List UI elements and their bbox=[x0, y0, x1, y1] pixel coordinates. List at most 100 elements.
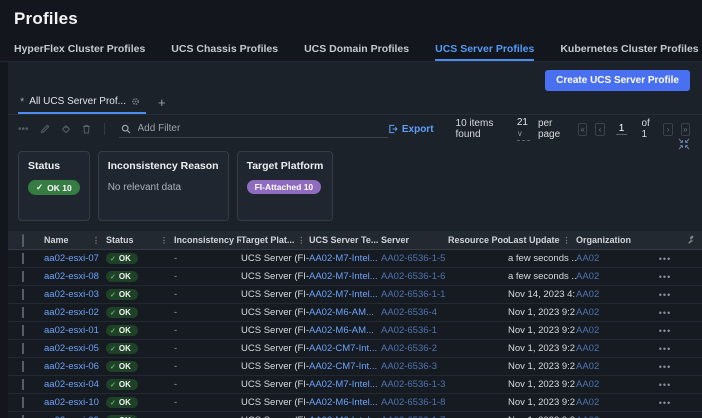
profile-name-link[interactable]: aa02-esxi-07 bbox=[44, 253, 99, 264]
column-settings-wrench-icon[interactable] bbox=[680, 235, 702, 245]
pagination-last-button[interactable]: » bbox=[680, 122, 690, 136]
server-link[interactable]: AA02-6536-2 bbox=[381, 343, 437, 354]
row-checkbox[interactable] bbox=[22, 361, 24, 372]
profile-name-link[interactable]: aa02-esxi-04 bbox=[44, 379, 99, 390]
column-menu-icon[interactable]: ⋮ bbox=[294, 236, 305, 245]
table-row: aa02-esxi-06 ✓OK - UCS Server (FI-... AA… bbox=[8, 358, 702, 376]
row-checkbox[interactable] bbox=[22, 379, 24, 390]
row-actions-button[interactable]: ••• bbox=[650, 290, 680, 300]
collapse-widgets-icon[interactable] bbox=[678, 138, 690, 150]
row-checkbox[interactable] bbox=[22, 325, 24, 336]
column-menu-icon[interactable]: ⋮ bbox=[89, 236, 100, 245]
organization-link[interactable]: AA02 bbox=[576, 307, 599, 318]
export-button[interactable]: Export bbox=[388, 124, 434, 135]
column-header[interactable]: Organization bbox=[576, 235, 650, 245]
row-checkbox[interactable] bbox=[22, 397, 24, 408]
page-size-select[interactable]: 21 ∨ bbox=[516, 117, 530, 141]
server-link[interactable]: AA02-6536-1-3 bbox=[381, 379, 445, 390]
target-platform-cell: UCS Server (FI-... bbox=[241, 253, 309, 264]
row-actions-button[interactable]: ••• bbox=[650, 254, 680, 264]
tab-kubernetes-cluster-profiles[interactable]: Kubernetes Cluster Profiles bbox=[560, 43, 698, 61]
fi-attached-pill[interactable]: FI-Attached 10 bbox=[246, 180, 322, 194]
pagination-current-page[interactable]: 1 bbox=[615, 123, 628, 135]
ucs-server-template-link[interactable]: AA02-CM7-Int... bbox=[309, 343, 377, 354]
row-actions-button[interactable]: ••• bbox=[650, 344, 680, 354]
row-actions-button[interactable]: ••• bbox=[650, 380, 680, 390]
column-header[interactable]: Inconsistency R... bbox=[174, 235, 241, 245]
organization-link[interactable]: AA02 bbox=[576, 361, 599, 372]
column-header[interactable]: Status ⋮ bbox=[106, 235, 174, 245]
server-link[interactable]: AA02-6536-1-1 bbox=[381, 289, 445, 300]
column-header[interactable]: Name ⋮ bbox=[44, 235, 106, 245]
delete-icon[interactable] bbox=[82, 124, 91, 134]
status-badge: ✓OK bbox=[106, 307, 138, 319]
profile-name-link[interactable]: aa02-esxi-02 bbox=[44, 307, 99, 318]
add-filter-input[interactable] bbox=[137, 123, 386, 134]
organization-link[interactable]: AA02 bbox=[576, 325, 599, 336]
ucs-server-template-link[interactable]: AA02-M7-Intel... bbox=[309, 271, 378, 282]
select-all-checkbox[interactable] bbox=[22, 233, 24, 247]
organization-link[interactable]: AA02 bbox=[576, 271, 599, 282]
column-header[interactable]: UCS Server Te... bbox=[309, 235, 381, 245]
row-actions-button[interactable]: ••• bbox=[650, 326, 680, 336]
inconsistency-widget-title: Inconsistency Reason bbox=[107, 160, 219, 172]
profile-name-link[interactable]: aa02-esxi-08 bbox=[44, 271, 99, 282]
profile-name-link[interactable]: aa02-esxi-01 bbox=[44, 325, 99, 336]
ucs-server-template-link[interactable]: AA02-M7-Intel... bbox=[309, 253, 378, 264]
organization-link[interactable]: AA02 bbox=[576, 253, 599, 264]
row-checkbox[interactable] bbox=[22, 271, 24, 282]
add-view-tab-button[interactable]: + bbox=[158, 95, 166, 110]
view-tab-all-ucs-server-profiles[interactable]: * All UCS Server Prof... bbox=[18, 96, 146, 114]
row-actions-button[interactable]: ••• bbox=[650, 308, 680, 318]
organization-link[interactable]: AA02 bbox=[576, 289, 599, 300]
server-link[interactable]: AA02-6536-3 bbox=[381, 361, 437, 372]
column-menu-icon[interactable]: ⋮ bbox=[157, 236, 168, 245]
edit-icon[interactable] bbox=[40, 124, 50, 134]
profile-name-link[interactable]: aa02-esxi-06 bbox=[44, 361, 99, 372]
server-link[interactable]: AA02-6536-1-6 bbox=[381, 271, 445, 282]
row-checkbox[interactable] bbox=[22, 343, 24, 354]
ucs-server-template-link[interactable]: AA02-M6-Intel... bbox=[309, 397, 378, 408]
profile-name-link[interactable]: aa02-esxi-05 bbox=[44, 343, 99, 354]
tab-ucs-chassis-profiles[interactable]: UCS Chassis Profiles bbox=[171, 43, 278, 61]
tab-ucs-domain-profiles[interactable]: UCS Domain Profiles bbox=[304, 43, 409, 61]
row-actions-button[interactable]: ••• bbox=[650, 398, 680, 408]
tab-hyperflex-cluster-profiles[interactable]: HyperFlex Cluster Profiles bbox=[14, 43, 145, 61]
pagination-prev-button[interactable]: ‹ bbox=[595, 122, 605, 136]
row-checkbox[interactable] bbox=[22, 253, 24, 264]
server-link[interactable]: AA02-6536-1-5 bbox=[381, 253, 445, 264]
profile-name-link[interactable]: aa02-esxi-03 bbox=[44, 289, 99, 300]
column-header[interactable]: Last Update ⋮ bbox=[508, 235, 576, 245]
view-settings-gear-icon[interactable] bbox=[131, 97, 140, 106]
tag-icon[interactable] bbox=[61, 124, 71, 134]
column-header[interactable]: Resource Pool bbox=[448, 235, 508, 245]
ucs-server-template-link[interactable]: AA02-M6-AM... bbox=[309, 307, 374, 318]
more-actions-icon[interactable]: ••• bbox=[18, 124, 29, 135]
column-menu-icon[interactable]: ⋮ bbox=[560, 236, 571, 245]
profile-name-link[interactable]: aa02-esxi-10 bbox=[44, 397, 99, 408]
row-checkbox[interactable] bbox=[22, 307, 24, 318]
row-checkbox[interactable] bbox=[22, 289, 24, 300]
tab-ucs-server-profiles[interactable]: UCS Server Profiles bbox=[435, 43, 535, 61]
check-icon: ✓ bbox=[110, 345, 116, 353]
ucs-server-template-link[interactable]: AA02-CM7-Int... bbox=[309, 361, 377, 372]
column-header[interactable]: Target Plat... ⋮ bbox=[241, 235, 309, 245]
server-link[interactable]: AA02-6536-4 bbox=[381, 307, 437, 318]
create-ucs-server-profile-button[interactable]: Create UCS Server Profile bbox=[545, 70, 690, 91]
column-header[interactable]: Server bbox=[381, 235, 448, 245]
organization-link[interactable]: AA02 bbox=[576, 397, 599, 408]
ucs-server-template-link[interactable]: AA02-M6-AM... bbox=[309, 325, 374, 336]
filter-bar[interactable] bbox=[118, 120, 388, 138]
pagination-first-button[interactable]: « bbox=[578, 122, 588, 136]
ucs-server-template-link[interactable]: AA02-M7-Intel... bbox=[309, 289, 378, 300]
status-ok-pill[interactable]: ✓ OK 10 bbox=[28, 180, 80, 195]
pagination-next-button[interactable]: › bbox=[663, 122, 673, 136]
server-link[interactable]: AA02-6536-1 bbox=[381, 325, 437, 336]
organization-link[interactable]: AA02 bbox=[576, 343, 599, 354]
last-update-cell: Nov 1, 2023 9:2... bbox=[508, 361, 576, 372]
server-link[interactable]: AA02-6536-1-8 bbox=[381, 397, 445, 408]
organization-link[interactable]: AA02 bbox=[576, 379, 599, 390]
row-actions-button[interactable]: ••• bbox=[650, 362, 680, 372]
ucs-server-template-link[interactable]: AA02-M7-Intel... bbox=[309, 379, 378, 390]
row-actions-button[interactable]: ••• bbox=[650, 272, 680, 282]
